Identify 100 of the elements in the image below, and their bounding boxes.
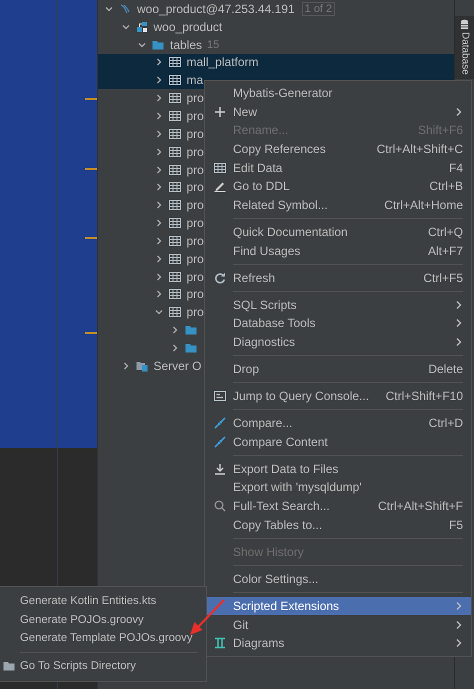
table-icon <box>168 92 180 104</box>
shortcut-text: Delete <box>428 362 463 376</box>
tree-item-label[interactable]: pro <box>186 252 204 266</box>
plus-icon <box>214 106 226 118</box>
change-marker <box>85 237 97 239</box>
download-icon <box>214 462 226 475</box>
shortcut-text: Ctrl+Shift+F10 <box>386 389 463 404</box>
menu-item[interactable]: Copy References Ctrl+Alt+Shift+C <box>205 140 471 158</box>
menu-item[interactable]: Generate Template POJOs.groovy <box>0 629 206 648</box>
tree-item-label[interactable]: Server O <box>154 358 202 373</box>
table-icon <box>168 234 180 247</box>
menu-item[interactable]: Diagrams <box>205 634 471 652</box>
shortcut-text: Ctrl+Q <box>428 224 463 239</box>
tree-item-label[interactable]: woo_product <box>154 20 222 34</box>
tree-item-label[interactable]: pro <box>186 198 204 212</box>
diagram-icon <box>214 637 226 650</box>
menu-item[interactable]: Database Tools <box>205 314 471 333</box>
table-icon <box>168 110 180 122</box>
tree-item-label[interactable]: pro <box>186 108 204 123</box>
page-badge: 1 of 2 <box>302 2 336 16</box>
refresh-icon <box>214 272 226 284</box>
menu-item[interactable]: Find Usages Alt+F7 <box>205 241 471 260</box>
menu-item[interactable]: Compare... Ctrl+D <box>205 414 471 432</box>
menu-item[interactable]: Export with 'mysqldump' <box>205 478 471 497</box>
shortcut-text: F4 <box>448 160 463 175</box>
search-icon <box>214 500 226 512</box>
tree-item-label[interactable]: woo_product@47.253.44.191 <box>137 2 295 16</box>
table-icon <box>168 181 180 194</box>
folder-icon <box>3 660 15 672</box>
menu-item[interactable]: Jump to Query Console... Ctrl+Shift+F10 <box>205 386 471 406</box>
shortcut-text: Ctrl+Alt+Shift+F <box>378 499 463 514</box>
table-icon <box>168 217 180 230</box>
table-icon <box>168 288 180 300</box>
tree-item-label[interactable]: pro <box>186 144 204 159</box>
menu-item[interactable]: Quick Documentation Ctrl+Q <box>205 222 471 242</box>
pencil-icon <box>214 180 226 192</box>
change-marker <box>85 332 97 334</box>
table-icon <box>168 199 180 212</box>
compare-icon <box>214 436 226 448</box>
table-icon <box>168 252 180 265</box>
tree-item-label[interactable]: pro <box>186 180 204 194</box>
change-marker <box>85 98 97 100</box>
menu-item[interactable]: Export Data to Files <box>205 460 471 478</box>
compare-icon <box>214 417 226 430</box>
tree-item-label[interactable]: ma <box>186 73 204 88</box>
menu-item[interactable]: Edit Data F4 <box>205 158 471 177</box>
tree-item-label[interactable]: pro <box>186 126 204 141</box>
shortcut-text: Ctrl+Alt+Home <box>384 198 463 212</box>
table-icon <box>168 74 180 86</box>
shortcut-text: Alt+F7 <box>428 244 463 258</box>
tree-item-label[interactable]: pro <box>186 287 204 302</box>
shortcut-text: Ctrl+Alt+Shift+C <box>376 142 463 156</box>
shortcut-text: F5 <box>448 518 463 532</box>
tree-item-label[interactable]: pro <box>186 305 204 320</box>
table-icon <box>168 306 180 318</box>
menu-item[interactable]: Related Symbol... Ctrl+Alt+Home <box>205 196 471 214</box>
tree-item-label[interactable]: mall_platform <box>186 55 259 70</box>
menu-item[interactable]: Generate Kotlin Entities.kts <box>0 592 206 611</box>
datasource-icon <box>119 2 131 15</box>
shortcut-text: Ctrl+F5 <box>423 270 463 285</box>
table-icon <box>168 56 180 68</box>
table-icon <box>214 162 226 174</box>
schema-icon <box>136 20 148 33</box>
tree-item-label[interactable]: pro <box>186 216 204 230</box>
shortcut-text: Ctrl+D <box>428 416 463 430</box>
tree-item-label[interactable]: pro <box>186 162 204 177</box>
tree-item-label[interactable]: tables <box>170 38 202 52</box>
tree-item-label[interactable]: pro <box>186 91 204 106</box>
table-icon <box>168 128 180 140</box>
shortcut-text: Ctrl+B <box>429 179 463 194</box>
tree-item-label[interactable]: pro <box>186 234 204 248</box>
menu-item[interactable]: Generate POJOs.groovy <box>0 610 206 630</box>
table-icon <box>168 146 180 158</box>
menu-item[interactable]: Go To Scripts Directory <box>0 656 206 676</box>
menu-item[interactable]: New <box>205 102 471 122</box>
menu-item[interactable]: Go to DDL Ctrl+B <box>205 176 471 196</box>
table-icon <box>168 164 180 176</box>
menu-item[interactable]: Refresh Ctrl+F5 <box>205 268 471 287</box>
tree-item-label[interactable]: pro <box>186 270 204 284</box>
menu-item[interactable]: Copy Tables to... F5 <box>205 515 471 534</box>
menu-item[interactable]: SQL Scripts <box>205 295 471 314</box>
database-icon <box>460 19 469 30</box>
menu-item[interactable]: Scripted Extensions <box>205 596 471 616</box>
database-tab[interactable]: Database <box>455 16 474 79</box>
menu-item[interactable]: Mybatis-Generator <box>205 84 471 103</box>
menu-item[interactable]: Diagnostics <box>205 332 471 352</box>
menu-item[interactable]: Full-Text Search... Ctrl+Alt+Shift+F <box>205 496 471 516</box>
expand-chevron-icon[interactable] <box>170 342 180 353</box>
menu-item[interactable]: Git <box>205 615 471 634</box>
menu-item[interactable]: Drop Delete <box>205 360 471 378</box>
console-icon <box>214 390 226 402</box>
menu-item[interactable]: Color Settings... <box>205 570 471 588</box>
change-marker <box>85 168 97 170</box>
folder-icon <box>152 38 164 51</box>
folder-icon <box>185 342 197 354</box>
server-objects-icon <box>136 360 148 372</box>
expand-chevron-icon[interactable] <box>170 325 180 336</box>
menu-item[interactable]: Compare Content <box>205 432 471 452</box>
table-icon <box>168 270 180 283</box>
folder-icon <box>185 324 197 336</box>
